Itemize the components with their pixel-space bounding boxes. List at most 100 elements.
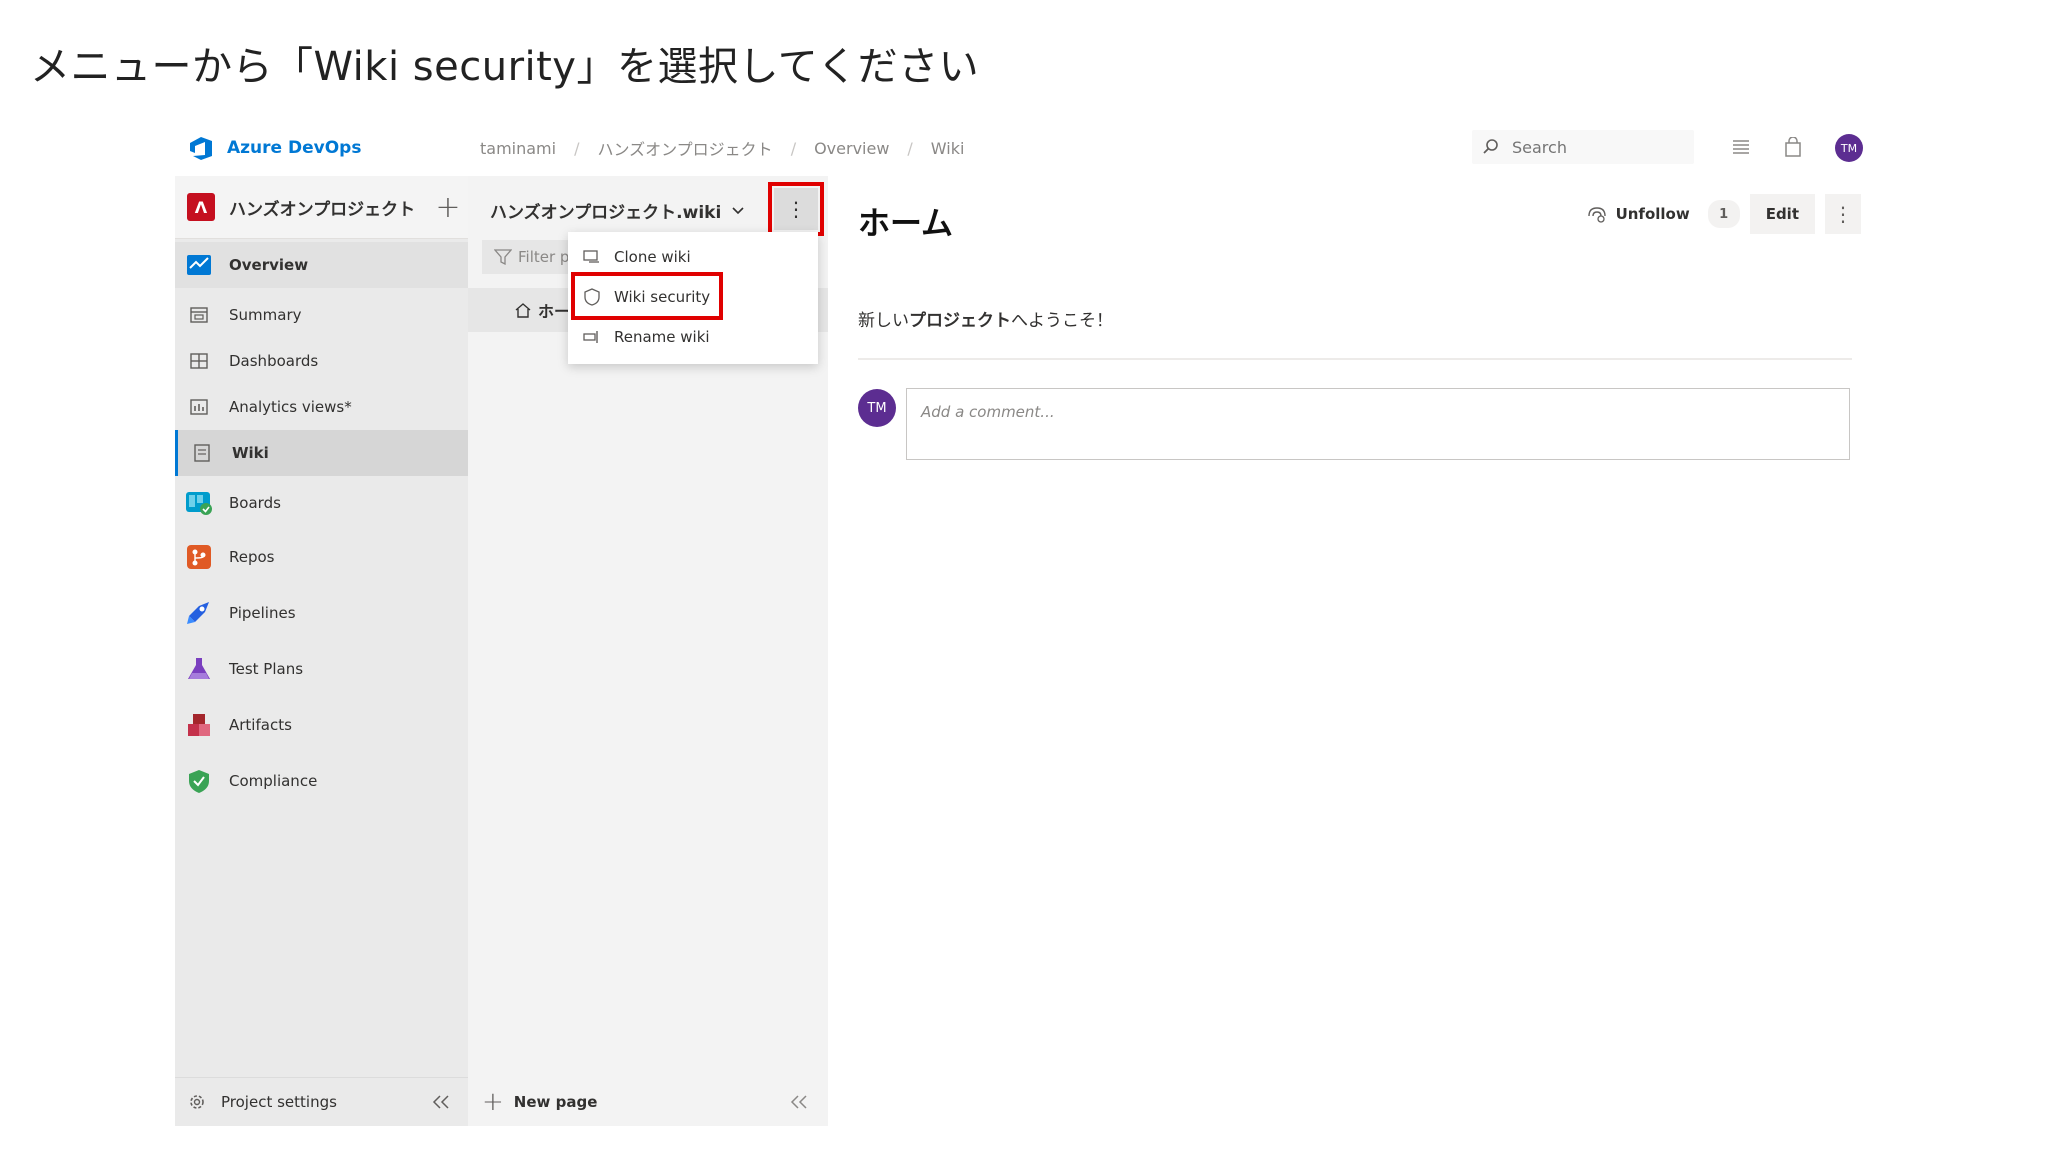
comment-user-avatar: TM xyxy=(858,389,896,427)
azure-devops-window: Azure DevOps taminami / ハンズオンプロジェクト / Ov… xyxy=(175,120,1875,1126)
dashboards-icon xyxy=(185,347,213,375)
project-settings[interactable]: Project settings xyxy=(175,1077,468,1126)
clone-icon xyxy=(582,250,602,264)
project-header[interactable]: Λ ハンズオンプロジェクト + xyxy=(175,176,468,239)
azure-devops-logo-icon xyxy=(190,137,212,160)
divider xyxy=(858,358,1852,360)
new-page-label: New page xyxy=(513,1093,598,1111)
nav-item-test-plans[interactable]: Test Plans xyxy=(175,646,468,692)
shopping-bag-icon[interactable] xyxy=(1780,134,1806,160)
project-settings-label: Project settings xyxy=(221,1093,337,1111)
tree-item-label: ホー xyxy=(538,302,571,321)
project-name: ハンズオンプロジェクト xyxy=(229,199,416,220)
breadcrumb-organization[interactable]: taminami xyxy=(480,139,556,158)
nav-item-dashboards[interactable]: Dashboards xyxy=(175,338,468,384)
nav-label: Dashboards xyxy=(229,352,319,370)
unfollow-button[interactable]: Unfollow 1 xyxy=(1586,200,1740,228)
test-plans-icon xyxy=(185,655,213,683)
breadcrumb-overview[interactable]: Overview xyxy=(814,139,889,158)
nav-label: Summary xyxy=(229,306,302,324)
nav-label: Artifacts xyxy=(229,716,292,734)
nav-label: Analytics views* xyxy=(229,398,352,416)
menu-item-label: Clone wiki xyxy=(614,248,691,266)
follower-count-badge: 1 xyxy=(1707,200,1740,228)
menu-item-clone-wiki[interactable]: Clone wiki xyxy=(568,238,818,276)
wiki-page-content: ホーム Unfollow 1 Edit ⋮ 新しいプロジェクトへようこそ！ TM… xyxy=(828,176,1875,1126)
filter-placeholder: Filter p xyxy=(518,248,570,266)
page-actions: Unfollow 1 Edit ⋮ xyxy=(1586,194,1861,234)
instruction-text: メニューから「Wiki security」を選択してください xyxy=(30,44,980,90)
user-avatar[interactable]: TM xyxy=(1835,134,1863,162)
collapse-double-chevron-icon[interactable] xyxy=(788,1093,810,1111)
brand-name: Azure DevOps xyxy=(227,138,362,158)
breadcrumb-wiki[interactable]: Wiki xyxy=(931,139,965,158)
pipelines-icon xyxy=(185,599,213,627)
nav-item-summary[interactable]: Summary xyxy=(175,292,468,338)
nav-label: Wiki xyxy=(232,444,269,462)
nav-item-analytics-views[interactable]: Analytics views* xyxy=(175,384,468,430)
breadcrumb-project[interactable]: ハンズオンプロジェクト xyxy=(597,136,772,160)
breadcrumb-separator: / xyxy=(790,138,797,158)
project-badge: Λ xyxy=(187,193,215,221)
menu-item-label: Rename wiki xyxy=(614,328,710,346)
more-vertical-icon: ⋮ xyxy=(1833,202,1853,226)
filter-input[interactable]: Filter p xyxy=(482,240,582,274)
unfollow-label: Unfollow xyxy=(1615,205,1690,223)
nav-label: Test Plans xyxy=(229,660,304,678)
highlight-box-more-button xyxy=(768,182,824,236)
wiki-selector[interactable]: ハンズオンプロジェクト.wiki xyxy=(490,198,745,223)
highlight-box-wiki-security xyxy=(571,272,723,320)
filter-icon xyxy=(494,249,512,265)
nav-label: Boards xyxy=(229,494,281,512)
repos-icon xyxy=(185,543,213,571)
add-icon[interactable]: + xyxy=(428,190,468,225)
page-more-actions-button[interactable]: ⋮ xyxy=(1825,194,1861,234)
breadcrumb: taminami / ハンズオンプロジェクト / Overview / Wiki xyxy=(480,136,964,160)
top-bar: Azure DevOps taminami / ハンズオンプロジェクト / Ov… xyxy=(175,120,1875,177)
wiki-name: ハンズオンプロジェクト.wiki xyxy=(490,203,722,223)
search-box[interactable] xyxy=(1472,130,1694,164)
nav-label: Compliance xyxy=(229,772,318,790)
wiki-icon xyxy=(188,439,216,467)
list-settings-icon[interactable] xyxy=(1728,134,1754,160)
chevron-down-icon xyxy=(732,206,744,214)
compliance-icon xyxy=(185,767,213,795)
home-icon xyxy=(515,303,531,318)
welcome-suffix: へようこそ！ xyxy=(1011,311,1113,331)
nav-label: Overview xyxy=(229,256,309,274)
nav-item-compliance[interactable]: Compliance xyxy=(175,758,468,804)
edit-button[interactable]: Edit xyxy=(1749,194,1815,234)
page-title: ホーム xyxy=(858,204,954,242)
comment-input[interactable]: Add a comment... xyxy=(906,388,1850,460)
rename-icon xyxy=(582,330,602,344)
nav-item-repos[interactable]: Repos xyxy=(175,534,468,580)
wiki-tree-panel: ハンズオンプロジェクト.wiki ⋮ Filter p ホー + New pag… xyxy=(468,176,829,1126)
menu-item-rename-wiki[interactable]: Rename wiki xyxy=(568,318,818,356)
breadcrumb-separator: / xyxy=(574,138,580,158)
brand-logo[interactable]: Azure DevOps xyxy=(187,134,361,162)
analytics-icon xyxy=(185,393,213,421)
nav-label: Pipelines xyxy=(229,604,296,622)
nav-item-pipelines[interactable]: Pipelines xyxy=(175,590,468,636)
nav-label: Repos xyxy=(229,548,275,566)
plus-icon: + xyxy=(482,1087,504,1117)
search-icon xyxy=(1483,139,1498,154)
artifacts-icon xyxy=(185,711,213,739)
nav-item-artifacts[interactable]: Artifacts xyxy=(175,702,468,748)
left-navigation: Λ ハンズオンプロジェクト + Overview Summary Dashboa… xyxy=(175,176,471,1126)
page-body-text: 新しいプロジェクトへようこそ！ xyxy=(858,306,1113,331)
nav-item-wiki[interactable]: Wiki xyxy=(175,430,471,476)
collapse-double-chevron-icon[interactable] xyxy=(430,1093,452,1111)
unfollow-icon xyxy=(1587,207,1606,223)
welcome-bold: プロジェクト xyxy=(909,311,1011,331)
nav-item-boards[interactable]: Boards xyxy=(175,480,468,526)
gear-icon xyxy=(190,1095,204,1109)
nav-item-overview[interactable]: Overview xyxy=(175,242,468,288)
summary-icon xyxy=(185,301,213,329)
boards-icon xyxy=(185,489,213,517)
breadcrumb-separator: / xyxy=(907,138,913,158)
welcome-prefix: 新しい xyxy=(858,311,909,331)
overview-icon xyxy=(185,251,213,279)
new-page-button[interactable]: + New page xyxy=(468,1078,828,1126)
search-input[interactable] xyxy=(1510,136,1674,158)
